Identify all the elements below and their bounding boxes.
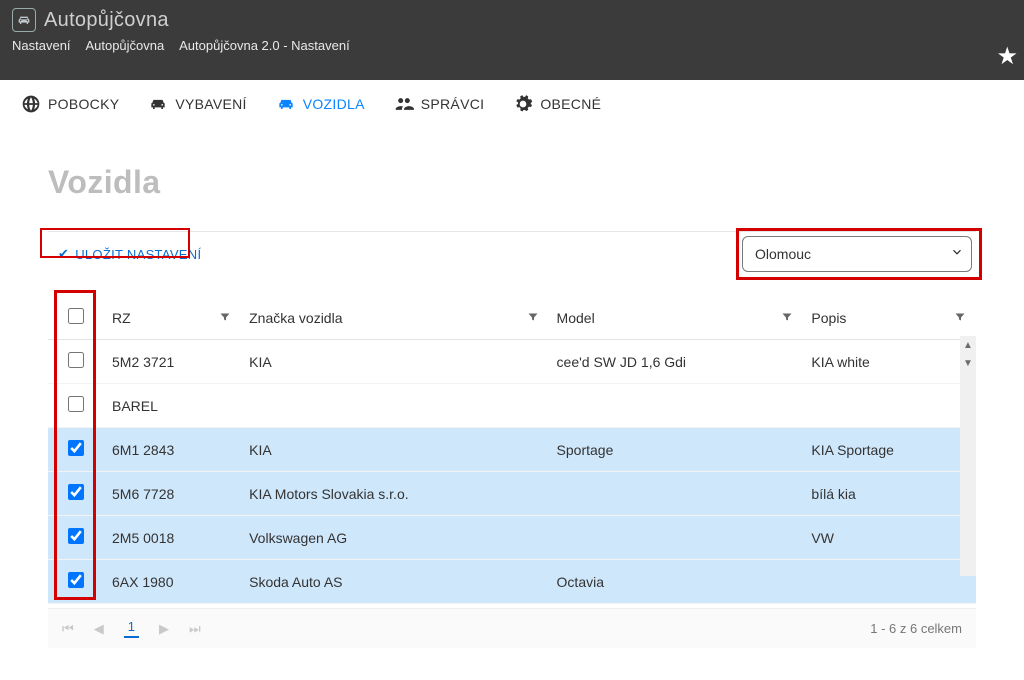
grid-header-rz[interactable]: RZ bbox=[104, 296, 241, 340]
tab-label: SPRÁVCI bbox=[421, 96, 485, 112]
scroll-up-icon[interactable]: ▲ bbox=[960, 336, 976, 354]
people-icon bbox=[393, 94, 415, 114]
save-settings-button[interactable]: ✔ ULOŽIT NASTAVENÍ bbox=[48, 238, 211, 270]
cell-brand: KIA bbox=[241, 428, 548, 472]
cell-model: Octavia bbox=[549, 560, 804, 604]
scroll-down-icon[interactable]: ▼ bbox=[960, 354, 976, 372]
tab-label: VOZIDLA bbox=[303, 96, 365, 112]
cell-brand: Skoda Auto AS bbox=[241, 560, 548, 604]
cell-rz: 5M2 3721 bbox=[104, 340, 241, 384]
filter-icon[interactable] bbox=[954, 310, 966, 326]
cell-rz: 6AX 1980 bbox=[104, 560, 241, 604]
column-label: Popis bbox=[811, 310, 846, 326]
pager-next-icon[interactable]: ▶ bbox=[159, 621, 169, 637]
grid-header-checkbox bbox=[48, 296, 104, 340]
content-area: Vozidla ✔ ULOŽIT NASTAVENÍ Olomouc bbox=[0, 124, 1024, 648]
cell-desc: bílá kia bbox=[803, 472, 976, 516]
filter-icon[interactable] bbox=[781, 310, 793, 326]
tab-bar: POBOCKY VYBAVENÍ VOZIDLA SPRÁVCI OBECNÉ bbox=[0, 80, 1024, 124]
page-title: Vozidla bbox=[48, 164, 976, 201]
cell-desc: KIA white bbox=[803, 340, 976, 384]
pager-summary: 1 - 6 z 6 celkem bbox=[870, 621, 962, 636]
app-title: Autopůjčovna bbox=[44, 9, 169, 32]
cell-rz: 5M6 7728 bbox=[104, 472, 241, 516]
column-label: Značka vozidla bbox=[249, 310, 342, 326]
cell-model: Sportage bbox=[549, 428, 804, 472]
tab-vybaveni[interactable]: VYBAVENÍ bbox=[147, 94, 246, 114]
cell-model bbox=[549, 384, 804, 428]
tab-vozidla[interactable]: VOZIDLA bbox=[275, 94, 365, 114]
pager-last-icon[interactable]: ⏭ bbox=[189, 621, 201, 637]
filter-icon[interactable] bbox=[219, 310, 231, 326]
cell-rz: 2M5 0018 bbox=[104, 516, 241, 560]
table-row[interactable]: 2M5 0018 Volkswagen AG VW bbox=[48, 516, 976, 560]
cell-desc bbox=[803, 384, 976, 428]
check-icon: ✔ bbox=[58, 246, 69, 262]
row-checkbox[interactable] bbox=[68, 528, 84, 544]
grid-body: 5M2 3721 KIA cee'd SW JD 1,6 Gdi KIA whi… bbox=[48, 340, 976, 604]
cell-model: cee'd SW JD 1,6 Gdi bbox=[549, 340, 804, 384]
tab-spravci[interactable]: SPRÁVCI bbox=[393, 94, 485, 114]
breadcrumb: Nastavení Autopůjčovna Autopůjčovna 2.0 … bbox=[12, 38, 1012, 53]
cell-desc: VW bbox=[803, 516, 976, 560]
cell-desc: KIA Sportage bbox=[803, 428, 976, 472]
pager-current-page[interactable]: 1 bbox=[124, 619, 139, 638]
cell-rz: BAREL bbox=[104, 384, 241, 428]
column-label: Model bbox=[557, 310, 595, 326]
cell-desc bbox=[803, 560, 976, 604]
table-row[interactable]: 6M1 2843 KIA Sportage KIA Sportage bbox=[48, 428, 976, 472]
grid-header-desc[interactable]: Popis bbox=[803, 296, 976, 340]
tab-label: OBECNÉ bbox=[540, 96, 601, 112]
grid-wrap: RZ Značka vozidla Model Popis bbox=[48, 296, 976, 604]
favorite-star-icon[interactable]: ★ bbox=[996, 42, 1018, 71]
gear-icon bbox=[512, 94, 534, 114]
vertical-scrollbar[interactable]: ▲ ▼ bbox=[960, 336, 976, 576]
cell-brand: KIA Motors Slovakia s.r.o. bbox=[241, 472, 548, 516]
cell-rz: 6M1 2843 bbox=[104, 428, 241, 472]
car-icon bbox=[147, 94, 169, 114]
cell-model bbox=[549, 516, 804, 560]
tab-label: VYBAVENÍ bbox=[175, 96, 246, 112]
branch-select[interactable]: Olomouc bbox=[742, 236, 972, 272]
table-row[interactable]: 6AX 1980 Skoda Auto AS Octavia bbox=[48, 560, 976, 604]
breadcrumb-item[interactable]: Autopůjčovna bbox=[85, 38, 164, 53]
grid-header-row: RZ Značka vozidla Model Popis bbox=[48, 296, 976, 340]
vehicles-grid: RZ Značka vozidla Model Popis bbox=[48, 296, 976, 604]
breadcrumb-item[interactable]: Autopůjčovna 2.0 - Nastavení bbox=[179, 38, 350, 53]
tab-label: POBOCKY bbox=[48, 96, 119, 112]
cell-model bbox=[549, 472, 804, 516]
row-checkbox[interactable] bbox=[68, 572, 84, 588]
row-checkbox[interactable] bbox=[68, 440, 84, 456]
pager-first-icon[interactable]: ⏮ bbox=[62, 621, 74, 637]
grid-header-model[interactable]: Model bbox=[549, 296, 804, 340]
grid-pager: ⏮ ◀ 1 ▶ ⏭ 1 - 6 z 6 celkem bbox=[48, 608, 976, 648]
row-checkbox[interactable] bbox=[68, 352, 84, 368]
cell-brand: KIA bbox=[241, 340, 548, 384]
row-checkbox[interactable] bbox=[68, 396, 84, 412]
row-checkbox[interactable] bbox=[68, 484, 84, 500]
globe-icon bbox=[20, 94, 42, 114]
table-row[interactable]: 5M6 7728 KIA Motors Slovakia s.r.o. bílá… bbox=[48, 472, 976, 516]
breadcrumb-item[interactable]: Nastavení bbox=[12, 38, 71, 53]
toolbar: ✔ ULOŽIT NASTAVENÍ Olomouc bbox=[48, 231, 976, 272]
column-label: RZ bbox=[112, 310, 131, 326]
select-all-checkbox[interactable] bbox=[68, 308, 84, 324]
save-settings-label: ULOŽIT NASTAVENÍ bbox=[75, 247, 201, 262]
cell-brand bbox=[241, 384, 548, 428]
branch-select-wrap: Olomouc bbox=[742, 236, 976, 272]
table-row[interactable]: 5M2 3721 KIA cee'd SW JD 1,6 Gdi KIA whi… bbox=[48, 340, 976, 384]
app-logo-icon bbox=[12, 8, 36, 32]
pager-nav: ⏮ ◀ 1 ▶ ⏭ bbox=[62, 619, 201, 638]
filter-icon[interactable] bbox=[527, 310, 539, 326]
cell-brand: Volkswagen AG bbox=[241, 516, 548, 560]
tab-pobocky[interactable]: POBOCKY bbox=[20, 94, 119, 114]
car-icon bbox=[275, 94, 297, 114]
topbar: Autopůjčovna Nastavení Autopůjčovna Auto… bbox=[0, 0, 1024, 80]
pager-prev-icon[interactable]: ◀ bbox=[94, 621, 104, 637]
tab-obecne[interactable]: OBECNÉ bbox=[512, 94, 601, 114]
grid-header-brand[interactable]: Značka vozidla bbox=[241, 296, 548, 340]
table-row[interactable]: BAREL bbox=[48, 384, 976, 428]
